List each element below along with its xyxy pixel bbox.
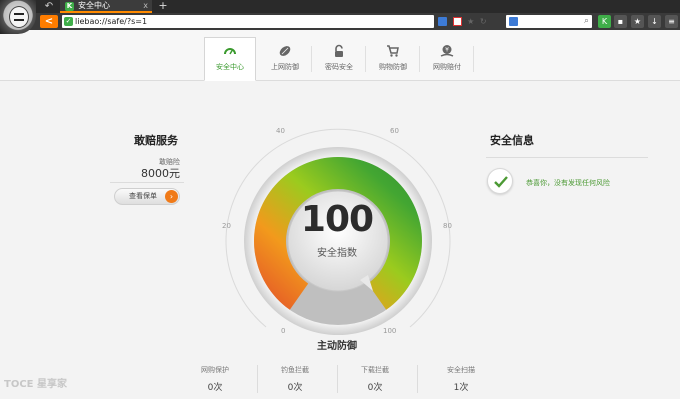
site-security-icon[interactable] (452, 17, 462, 26)
stat-security-scan: 安全扫描 1次 (433, 365, 489, 393)
stat-phishing-blocked: 钓鱼拦截 0次 (267, 365, 323, 393)
stat-divider (337, 365, 338, 393)
compat-mode-icon[interactable] (438, 17, 447, 26)
compensation-title: 敢赔服务 (134, 134, 178, 147)
favorites-tool-icon[interactable]: ★ (631, 15, 644, 28)
stat-label: 安全扫描 (447, 366, 475, 374)
lock-icon (335, 44, 343, 57)
gauge-tick-label: 0 (281, 327, 286, 335)
tab-label: 购物防御 (379, 63, 407, 71)
refresh-icon[interactable]: ↻ (480, 15, 487, 28)
tab-label: 安全中心 (216, 63, 244, 71)
defense-stats: 网购保护 0次 钓鱼拦截 0次 下载拦截 0次 安全扫描 1次 (185, 365, 495, 395)
gauge-tick-label: 20 (222, 222, 231, 230)
url-text: liebao://safe/?s=1 (75, 17, 148, 26)
view-policy-label: 查看保单 (129, 192, 157, 200)
new-tab-button[interactable]: + (156, 0, 170, 13)
stat-label: 下载拦截 (361, 366, 389, 374)
star-icon[interactable]: ★ (467, 15, 474, 28)
avatar-face (9, 6, 29, 28)
security-tool-icon[interactable]: K (598, 15, 611, 28)
view-policy-button[interactable]: 查看保单 › (114, 188, 180, 205)
stat-label: 钓鱼拦截 (281, 366, 309, 374)
tab-favicon-icon: K (65, 2, 74, 11)
tab-shopping-compensation[interactable]: ¥ 网购赔付 (421, 38, 474, 80)
tab-divider (365, 46, 366, 72)
lock-tool-icon[interactable]: ▪ (614, 15, 627, 28)
address-bar-tools: ★ ↻ (438, 15, 490, 28)
stat-label: 网购保护 (201, 366, 229, 374)
search-icon[interactable]: ⌕ (584, 15, 589, 28)
checkmark-icon (487, 168, 513, 194)
compensation-amount: 8000元 (141, 167, 180, 180)
cart-icon (387, 45, 399, 57)
search-input[interactable]: ⌕ (506, 15, 592, 28)
stat-download-blocked: 下载拦截 0次 (347, 365, 403, 393)
rugby-shield-icon (279, 46, 291, 56)
tab-shopping-defense[interactable]: 购物防御 (367, 38, 420, 80)
tab-label: 上网防御 (271, 63, 299, 71)
gauge-tick-label: 60 (390, 127, 399, 135)
gauge-icon (224, 48, 236, 55)
tab-label: 密码安全 (325, 63, 353, 71)
tab-browsing-defense[interactable]: 上网防御 (259, 38, 312, 80)
tab-label: 网购赔付 (433, 63, 461, 71)
stat-value: 0次 (367, 383, 383, 393)
active-defense-title: 主动防御 (317, 341, 357, 352)
stat-divider (417, 365, 418, 393)
search-engine-icon[interactable] (509, 17, 518, 26)
security-info-title: 安全信息 (490, 134, 534, 147)
tab-divider (473, 46, 474, 72)
gauge-tick-label: 80 (443, 222, 452, 230)
stat-value: 0次 (207, 383, 223, 393)
security-tab-strip: 安全中心 上网防御 密码安全 购物防御 ¥ 网购赔付 (0, 30, 680, 81)
navigation-bar: < ✓ liebao://safe/?s=1 ★ ↻ ⌕ K ▪ ★ ↓ ≡ (0, 13, 680, 30)
tab-title: 安全中心 (78, 1, 110, 10)
menu-tool-icon[interactable]: ≡ (665, 15, 678, 28)
security-score-label: 安全指数 (317, 248, 357, 259)
back-button[interactable]: < (40, 15, 58, 28)
tab-divider (311, 46, 312, 72)
browser-tab[interactable]: K 安全中心 x (60, 0, 152, 13)
security-score: 100 (300, 199, 374, 240)
gauge-tick-label: 40 (276, 127, 285, 135)
undo-close-icon[interactable]: ↶ (42, 0, 56, 13)
tab-close-icon[interactable]: x (143, 0, 148, 12)
tab-divider (419, 46, 420, 72)
money-icon: ¥ (440, 45, 454, 57)
security-info-message: 恭喜你，没有发现任何风险 (526, 179, 610, 187)
svg-text:¥: ¥ (445, 47, 449, 54)
divider (486, 157, 648, 158)
download-tool-icon[interactable]: ↓ (648, 15, 661, 28)
watermark-logo: TOCE 星享家 (4, 379, 67, 390)
tab-password-security[interactable]: 密码安全 (313, 38, 366, 80)
arrow-right-icon: › (165, 190, 178, 203)
gauge-tick-label: 100 (383, 327, 397, 335)
tab-security-center[interactable]: 安全中心 (204, 37, 256, 81)
stat-shopping-protection: 网购保护 0次 (187, 365, 243, 393)
address-bar[interactable]: ✓ liebao://safe/?s=1 (62, 15, 434, 28)
stat-value: 0次 (287, 383, 303, 393)
secure-check-icon: ✓ (64, 17, 73, 26)
stat-divider (257, 365, 258, 393)
security-center-main: 敢赔服务 敢赔险 8000元 查看保单 › 100 安全指数 0 20 40 6… (0, 81, 680, 399)
stat-value: 1次 (453, 383, 469, 393)
divider (110, 182, 184, 183)
